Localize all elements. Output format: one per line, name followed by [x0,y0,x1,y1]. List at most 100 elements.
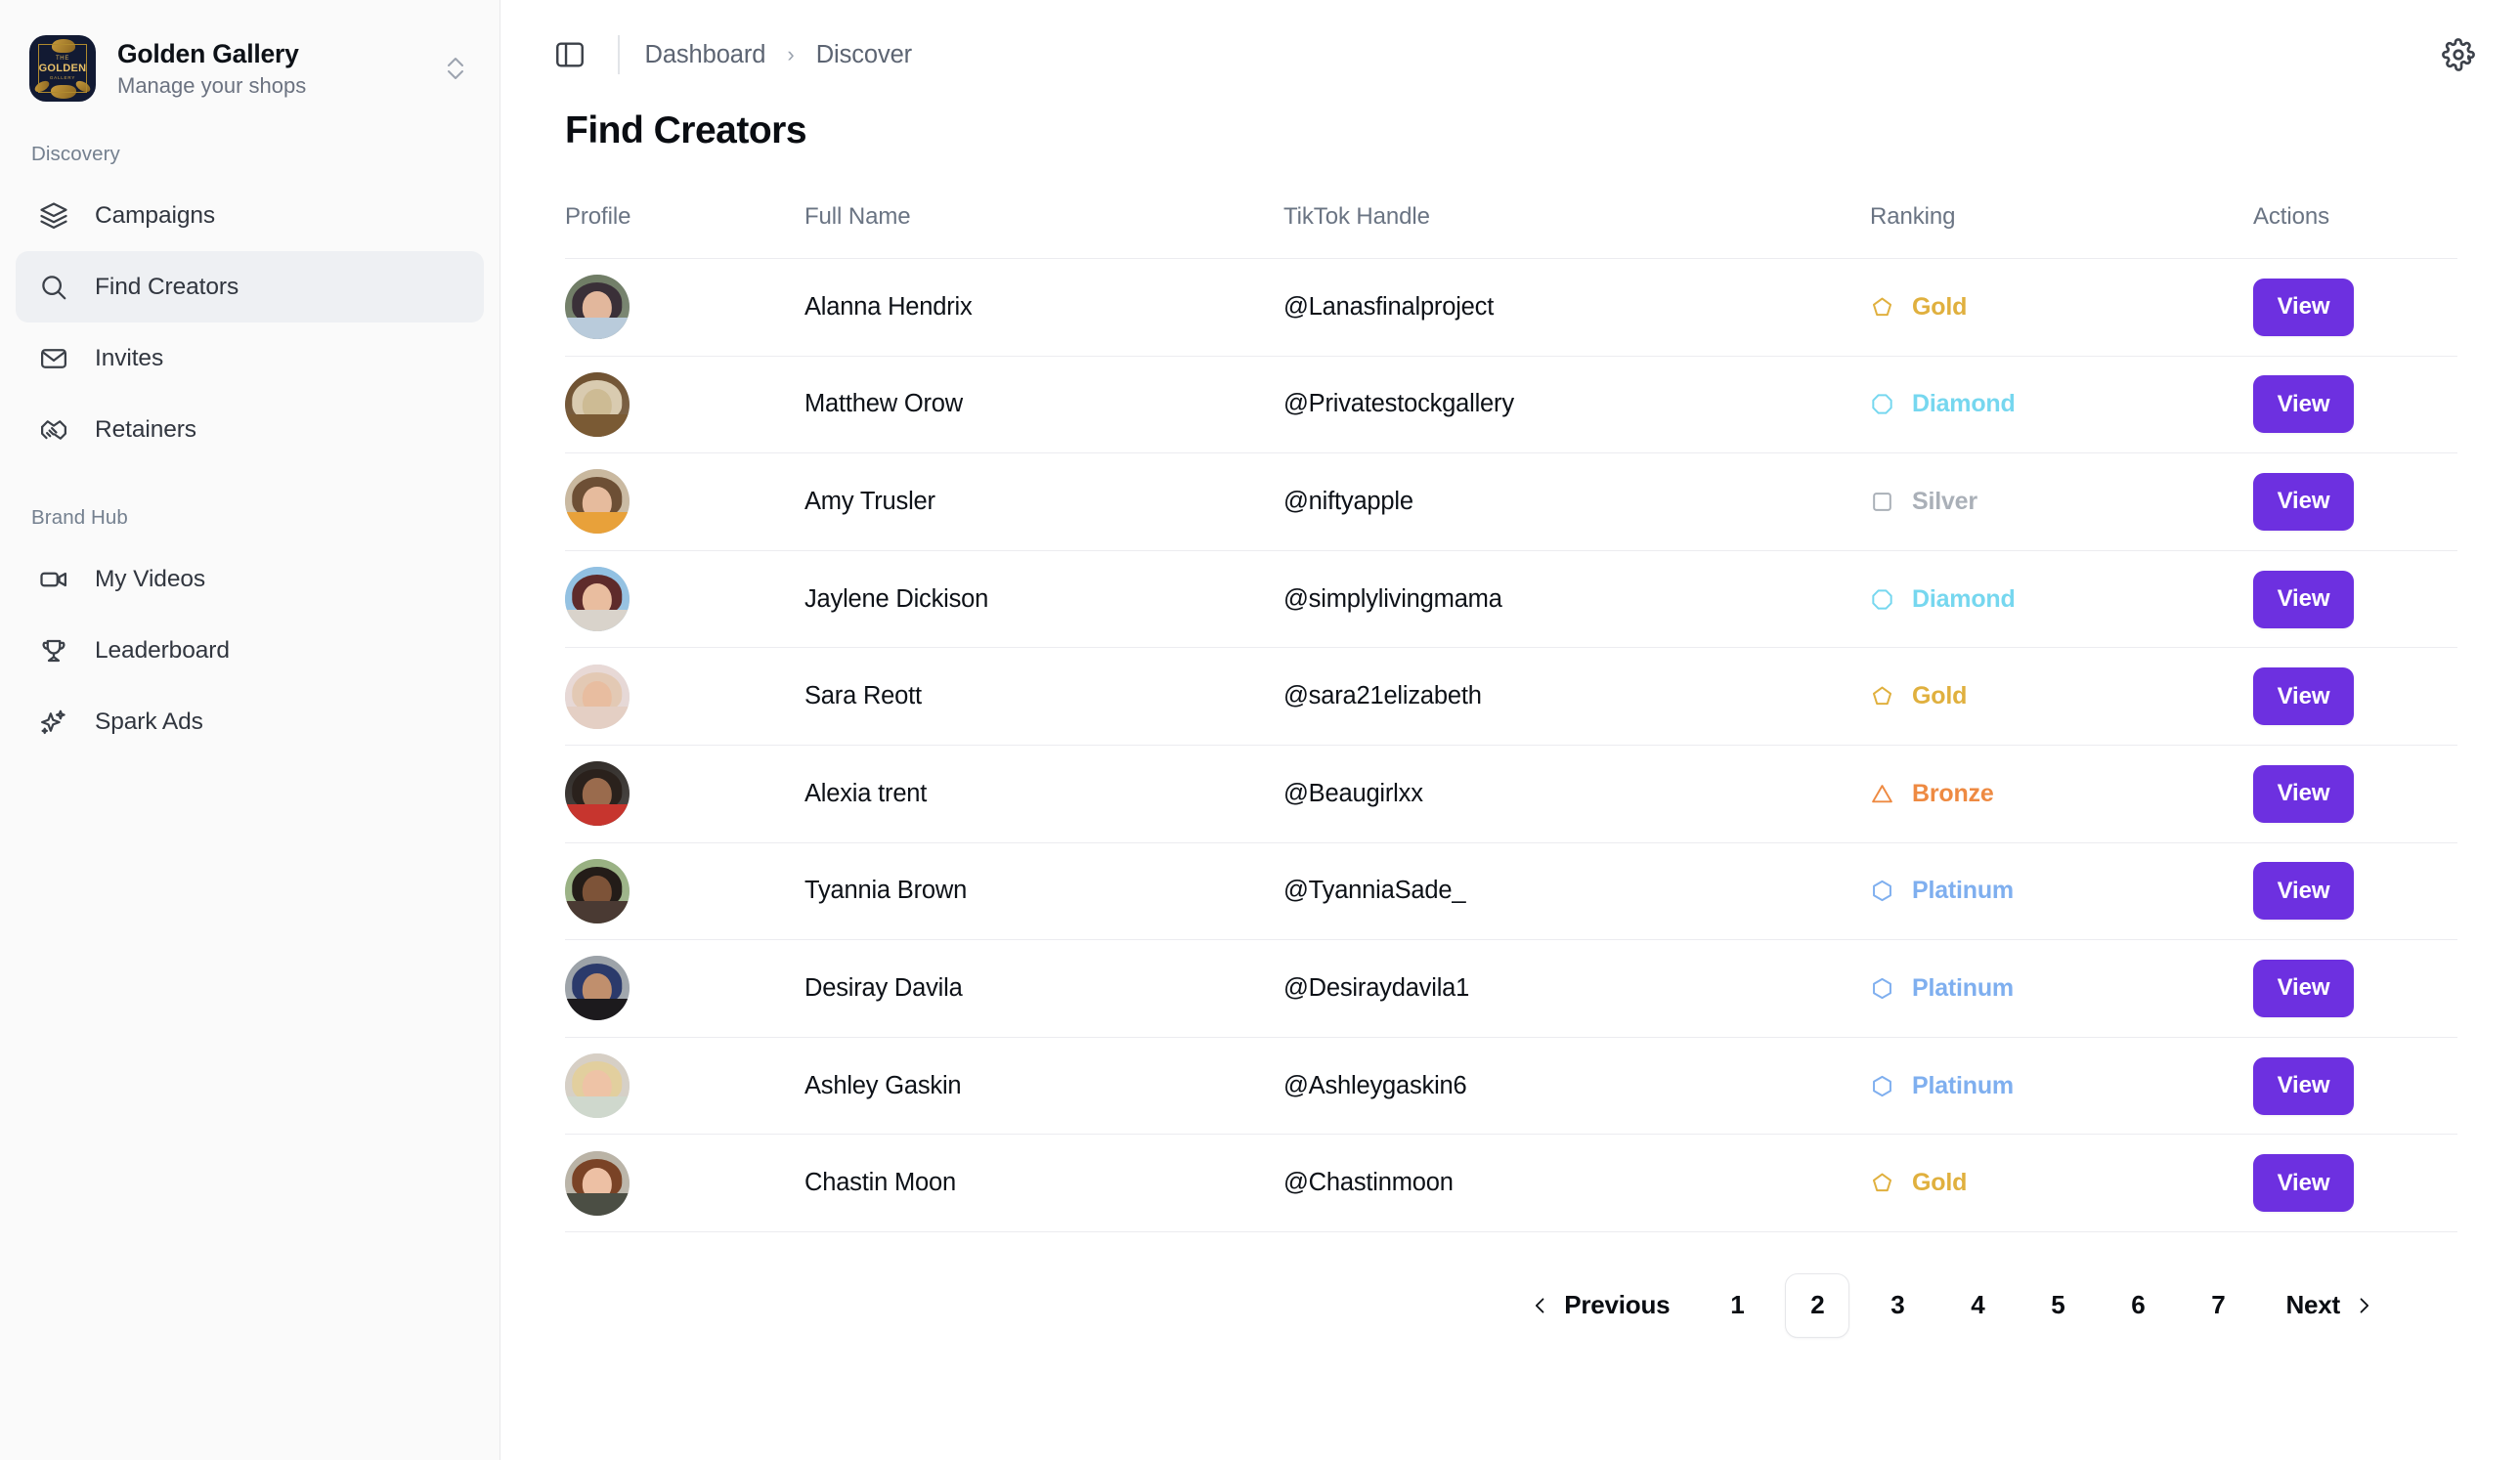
view-button[interactable]: View [2253,1056,2354,1115]
view-button[interactable]: View [2253,862,2354,921]
cell-full-name: Alanna Hendrix [804,292,973,321]
cell-actions: View [2253,356,2457,453]
pagination-page-5[interactable]: 5 [2025,1273,2090,1338]
rank-label: Gold [1912,292,1968,321]
breadcrumb-separator: › [787,42,795,66]
view-button[interactable]: View [2253,1154,2354,1213]
avatar [565,1150,630,1216]
avatar [565,469,630,535]
cell-profile [565,1135,804,1232]
cell-full-name: Alexia trent [804,779,928,807]
cell-actions: View [2253,1135,2457,1232]
rank-label: Platinum [1912,877,2014,905]
app-root: THE GOLDEN GALLERY Golden Gallery Manage… [0,0,2520,1460]
rank-square-icon [1870,490,1894,514]
sidebar-item-find-creators[interactable]: Find Creators [16,251,484,322]
status-badge: Diamond [1870,585,2253,614]
brand-switcher[interactable]: THE GOLDEN GALLERY Golden Gallery Manage… [0,0,500,102]
cell-profile [565,940,804,1038]
rank-label: Platinum [1912,973,2014,1002]
view-button[interactable]: View [2253,375,2354,434]
rank-label: Silver [1912,487,1977,515]
cell-profile [565,842,804,940]
rank-label: Platinum [1912,1071,2014,1099]
status-badge: Gold [1870,1169,2253,1197]
cell-profile [565,356,804,453]
sidebar-item-campaigns[interactable]: Campaigns [16,180,484,251]
pagination-page-7[interactable]: 7 [2186,1273,2250,1338]
logo-line-3: GALLERY [49,75,76,81]
pagination-page-1[interactable]: 1 [1705,1273,1769,1338]
view-button[interactable]: View [2253,959,2354,1017]
breadcrumb-dashboard[interactable]: Dashboard [645,41,766,69]
creators-table: Profile Full Name TikTok Handle Ranking … [565,203,2457,1232]
breadcrumb-discover[interactable]: Discover [816,41,912,69]
gear-icon[interactable] [2434,30,2483,79]
status-badge: Platinum [1870,1072,2253,1100]
view-button[interactable]: View [2253,570,2354,628]
sidebar-panel-icon[interactable] [547,32,592,77]
cell-actions: View [2253,648,2457,746]
table-body: Alanna Hendrix @Lanasfinalproject Gold View… [565,258,2457,1232]
status-badge: Bronze [1870,780,2253,808]
status-badge: Gold [1870,682,2253,710]
table-head: Profile Full Name TikTok Handle Ranking … [565,203,2457,259]
pagination: Previous 1234567 Next [565,1232,2457,1338]
sparkles-icon [37,706,70,739]
brand-text: Golden Gallery Manage your shops [117,39,419,98]
pagination-next-button[interactable]: Next [2264,1276,2395,1334]
cell-ranking: Diamond [1870,356,2253,453]
nav-group-discovery: Discovery Campaigns Find Creators Invite… [0,143,500,465]
avatar [565,761,630,827]
view-button[interactable]: View [2253,472,2354,531]
cell-profile [565,453,804,551]
sidebar-item-label: Retainers [95,415,196,443]
cell-tiktok-handle: @Privatestockgallery [1283,390,1514,418]
rank-pentagon-icon [1870,684,1894,709]
cell-ranking: Silver [1870,453,2253,551]
pagination-numbers: 1234567 [1697,1272,2258,1338]
cell-full-name: Matthew Orow [804,390,963,418]
avatar [565,664,630,729]
cell-tiktok-handle: @Chastinmoon [1283,1169,1454,1197]
cell-full-name: Chastin Moon [804,1169,956,1197]
view-button[interactable]: View [2253,764,2354,823]
sidebar-item-label: Leaderboard [95,636,230,664]
brand-name: Golden Gallery [117,39,299,69]
sidebar-item-retainers[interactable]: Retainers [16,394,484,465]
table-row: Alexia trent @Beaugirlxx Bronze View [565,745,2457,842]
pagination-previous-button[interactable]: Previous [1509,1276,1691,1334]
cell-profile [565,1037,804,1135]
sidebar-item-label: My Videos [95,565,206,592]
cell-ranking: Platinum [1870,842,2253,940]
sidebar-item-my-videos[interactable]: My Videos [16,543,484,615]
pagination-page-4[interactable]: 4 [1945,1273,2010,1338]
sidebar-item-invites[interactable]: Invites [16,322,484,394]
cell-profile [565,648,804,746]
cell-actions: View [2253,842,2457,940]
rank-hexagon-icon [1870,879,1894,903]
search-icon [37,271,70,304]
table-row: Chastin Moon @Chastinmoon Gold View [565,1134,2457,1232]
cell-actions: View [2253,453,2457,551]
column-header-tiktok-handle: TikTok Handle [1283,203,1430,230]
rank-pentagon-icon [1870,1171,1894,1195]
sidebar-item-spark-ads[interactable]: Spark Ads [16,686,484,757]
status-badge: Silver [1870,488,2253,516]
rank-pentagon-icon [1870,295,1894,320]
rank-label: Bronze [1912,779,1994,807]
chevron-up-down-icon[interactable] [441,47,470,90]
sidebar-item-label: Campaigns [95,201,216,229]
sidebar-item-leaderboard[interactable]: Leaderboard [16,615,484,686]
view-button[interactable]: View [2253,278,2354,336]
pagination-page-6[interactable]: 6 [2106,1273,2170,1338]
rank-hexagon-icon [1870,976,1894,1001]
status-badge: Gold [1870,293,2253,322]
column-header-profile: Profile [565,203,631,230]
table-row: Amy Trusler @niftyapple Silver View [565,452,2457,551]
pagination-page-2[interactable]: 2 [1785,1272,1850,1338]
view-button[interactable]: View [2253,667,2354,726]
cell-full-name: Jaylene Dickison [804,584,989,613]
brand-logo: THE GOLDEN GALLERY [29,35,96,102]
pagination-page-3[interactable]: 3 [1865,1273,1930,1338]
